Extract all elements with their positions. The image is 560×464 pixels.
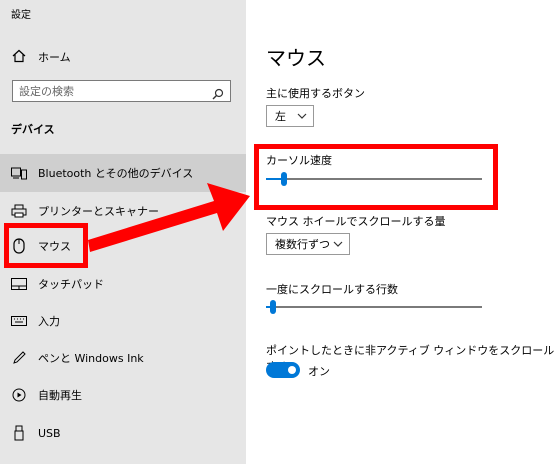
annotation-arrow	[88, 183, 250, 252]
